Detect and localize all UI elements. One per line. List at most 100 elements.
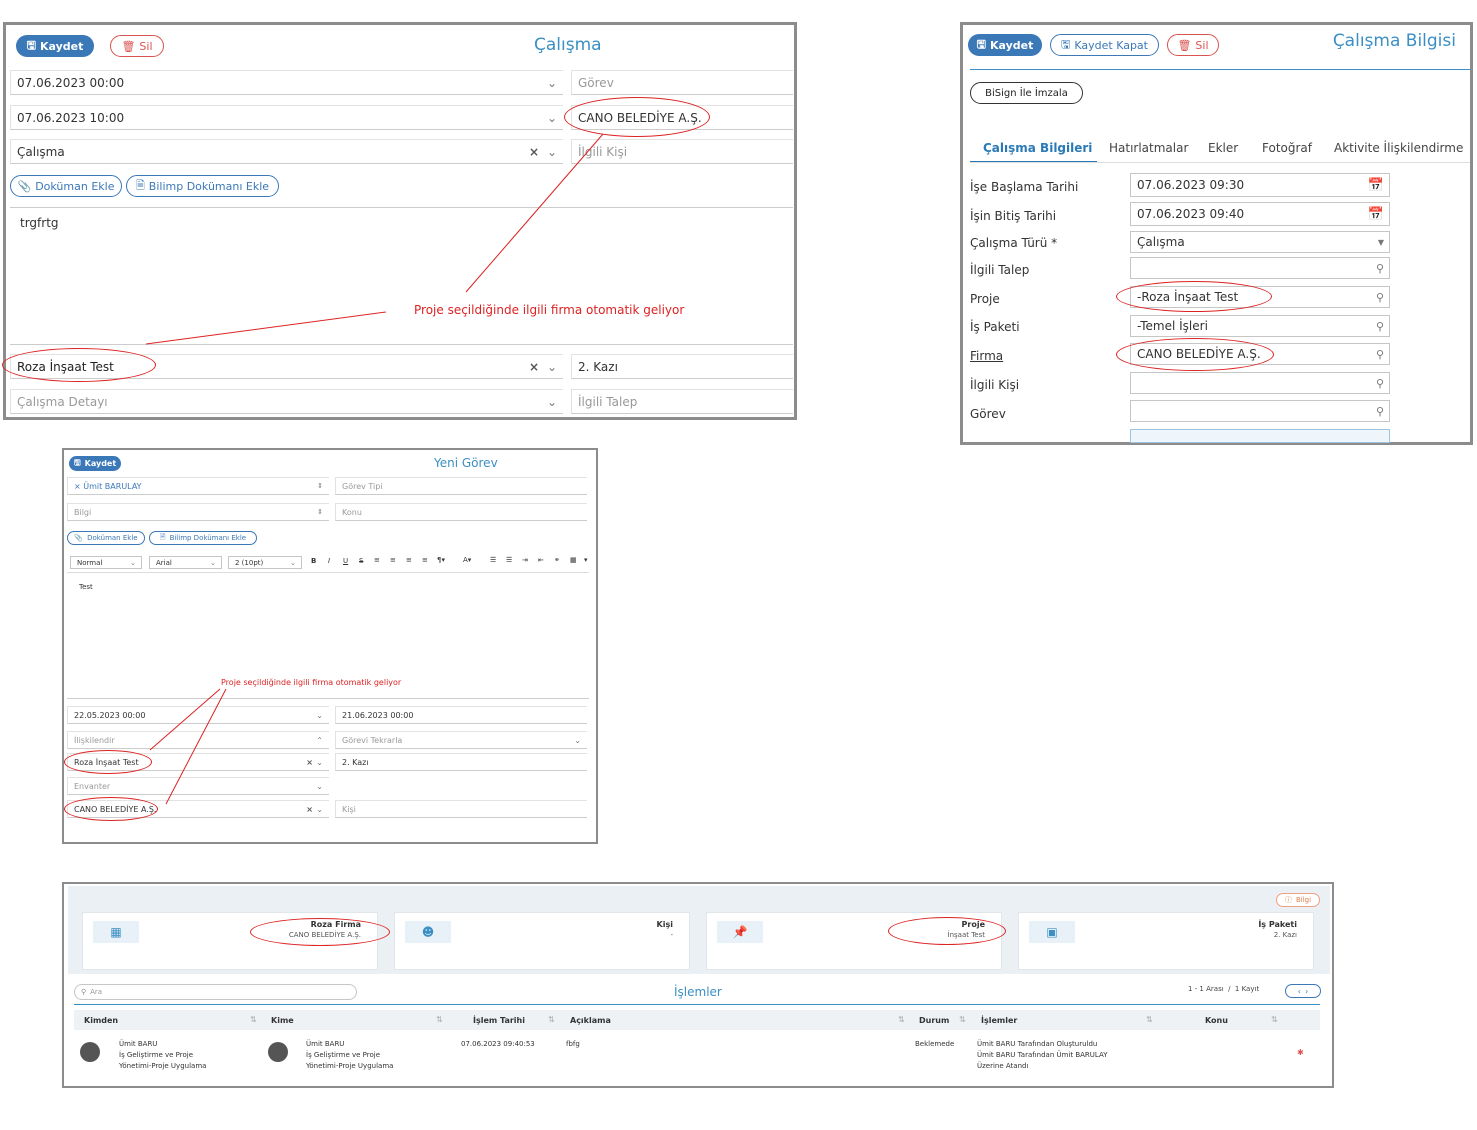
ilgili-talep-field[interactable]: İlgili Talep bbox=[571, 389, 793, 414]
size-select[interactable]: 2 (10pt) ⌄ bbox=[228, 556, 302, 569]
add-bilimp-document-button[interactable]: 🗎 Bilimp Dokümanı Ekle bbox=[149, 531, 257, 545]
ordered-list-icon[interactable]: ☰ bbox=[490, 556, 496, 564]
ilgili-talep-input[interactable]: ⚲ bbox=[1130, 257, 1390, 279]
clear-icon[interactable]: × bbox=[306, 758, 313, 767]
tab-calisma-bilgileri[interactable]: Çalışma Bilgileri bbox=[983, 141, 1092, 155]
work-package-field[interactable]: 2. Kazı bbox=[571, 354, 793, 379]
type-select[interactable]: Çalışma × ⌄ bbox=[10, 139, 563, 164]
konu-field[interactable]: Konu bbox=[335, 503, 587, 521]
chevron-right-icon[interactable]: › bbox=[1305, 987, 1308, 996]
italic-icon[interactable]: I bbox=[328, 557, 330, 565]
bilgi-select[interactable]: Bilgi ⇕ bbox=[67, 503, 329, 521]
calendar-icon[interactable]: 📅 bbox=[1368, 207, 1384, 222]
align-center-icon[interactable]: ≡ bbox=[390, 556, 396, 564]
clear-icon[interactable]: × bbox=[529, 145, 539, 159]
more-icon[interactable]: ▾ bbox=[584, 556, 588, 564]
gorev-field[interactable]: Görev bbox=[571, 70, 793, 95]
ilgili-kisi-field[interactable]: İlgili Kişi bbox=[571, 139, 793, 164]
clear-icon[interactable]: × bbox=[306, 805, 313, 814]
sort-icon[interactable]: ⇅ bbox=[548, 1015, 555, 1024]
save-button[interactable]: 🖫 Kaydet bbox=[16, 35, 94, 57]
end-date-field[interactable]: 21.06.2023 00:00 bbox=[335, 706, 587, 724]
table-icon[interactable]: ▦ bbox=[570, 556, 577, 564]
delete-button[interactable]: 🗑 Sil bbox=[1167, 34, 1219, 56]
col-konu[interactable]: Konu bbox=[1205, 1016, 1228, 1025]
col-aciklama[interactable]: Açıklama bbox=[570, 1016, 611, 1025]
font-select[interactable]: Arial ⌄ bbox=[149, 556, 222, 569]
search-icon[interactable]: ⚲ bbox=[1376, 320, 1384, 333]
search-icon[interactable]: ⚲ bbox=[1376, 377, 1384, 390]
tab-hatirlatmalar[interactable]: Hatırlatmalar bbox=[1109, 141, 1188, 155]
delete-button[interactable]: 🗑 Sil bbox=[110, 35, 164, 57]
is-paketi-input[interactable]: -Temel İşleri ⚲ bbox=[1130, 315, 1390, 337]
info-button[interactable]: ⓘ Bilgi bbox=[1276, 893, 1320, 907]
save-close-button[interactable]: 🖫 Kaydet Kapat bbox=[1050, 34, 1159, 56]
underline-icon[interactable]: U bbox=[343, 557, 348, 565]
add-bilimp-document-button[interactable]: 🗎 Bilimp Dokümanı Ekle bbox=[126, 175, 279, 197]
paragraph-icon[interactable]: ¶▾ bbox=[437, 556, 445, 564]
sort-icon[interactable]: ⇅ bbox=[1271, 1015, 1278, 1024]
save-button[interactable]: 🖫 Kaydet bbox=[69, 456, 121, 471]
align-left-icon[interactable]: ≡ bbox=[374, 556, 380, 564]
bisign-button[interactable]: BiSign İle İmzala bbox=[970, 82, 1083, 104]
calendar-icon[interactable]: 📅 bbox=[1368, 178, 1384, 193]
table-row[interactable]: Ümit BARU İş Geliştirme ve Proje Yönetim… bbox=[74, 1034, 1320, 1074]
align-justify-icon[interactable]: ≡ bbox=[422, 556, 428, 564]
relate-select[interactable]: İlişkilendir ⌃ bbox=[67, 731, 329, 749]
tab-ekler[interactable]: Ekler bbox=[1208, 141, 1238, 155]
strikethrough-icon[interactable]: S bbox=[359, 557, 363, 565]
col-durum[interactable]: Durum bbox=[919, 1016, 949, 1025]
search-icon[interactable]: ⚲ bbox=[1376, 262, 1384, 275]
bold-icon[interactable]: B bbox=[311, 557, 316, 565]
tab-fotograf[interactable]: Fotoğraf bbox=[1262, 141, 1312, 155]
assignee-select[interactable]: × Ümit BARULAY ⇕ bbox=[67, 477, 329, 495]
end-date-input[interactable]: 07.06.2023 09:40 📅 bbox=[1130, 202, 1390, 226]
repeat-select[interactable]: Görevi Tekrarla ⌄ bbox=[335, 731, 587, 749]
text-color-icon[interactable]: A▾ bbox=[463, 556, 471, 564]
tab-aktivite-iliskilendirme[interactable]: Aktivite İlişkilendirme bbox=[1334, 141, 1463, 155]
work-package-field[interactable]: 2. Kazı bbox=[335, 753, 587, 771]
col-kime[interactable]: Kime bbox=[271, 1016, 294, 1025]
search-icon[interactable]: ⚲ bbox=[1376, 405, 1384, 418]
stepper-icon[interactable]: ⇕ bbox=[317, 482, 323, 490]
col-islemler[interactable]: İşlemler bbox=[981, 1016, 1017, 1025]
work-type-select[interactable]: Çalışma ▼ bbox=[1130, 231, 1390, 253]
sort-icon[interactable]: ⇅ bbox=[1146, 1015, 1153, 1024]
chevron-left-icon[interactable]: ‹ bbox=[1298, 987, 1301, 996]
assignee-tag[interactable]: × Ümit BARULAY bbox=[74, 482, 142, 491]
sort-icon[interactable]: ⇅ bbox=[898, 1015, 905, 1024]
label-firma-link[interactable]: Firma bbox=[970, 349, 1003, 363]
sort-icon[interactable]: ⇅ bbox=[959, 1015, 966, 1024]
style-select[interactable]: Normal ⌄ bbox=[70, 556, 142, 569]
envanter-select[interactable]: Envanter ⌄ bbox=[67, 777, 329, 795]
start-date-input[interactable]: 07.06.2023 09:30 📅 bbox=[1130, 173, 1390, 197]
start-date-select[interactable]: 07.06.2023 00:00 ⌄ bbox=[10, 70, 563, 95]
pager-buttons[interactable]: ‹ › bbox=[1285, 984, 1321, 998]
col-kimden[interactable]: Kimden bbox=[84, 1016, 118, 1025]
clear-icon[interactable]: × bbox=[529, 360, 539, 374]
search-icon[interactable]: ⚲ bbox=[1376, 348, 1384, 361]
gorev-input[interactable]: ⚲ bbox=[1130, 400, 1390, 422]
align-right-icon[interactable]: ≡ bbox=[406, 556, 412, 564]
ilgili-kisi-input[interactable]: ⚲ bbox=[1130, 372, 1390, 394]
start-date-select[interactable]: 22.05.2023 00:00 ⌄ bbox=[67, 706, 329, 724]
search-input[interactable]: ⚲ Ara bbox=[74, 984, 357, 1000]
link-icon[interactable]: ⚭ bbox=[554, 556, 560, 564]
search-icon[interactable]: ⚲ bbox=[1376, 291, 1384, 304]
sort-icon[interactable]: ⇅ bbox=[250, 1015, 257, 1024]
add-document-button[interactable]: 📎 Doküman Ekle bbox=[10, 175, 122, 197]
end-date-select[interactable]: 07.06.2023 10:00 ⌄ bbox=[10, 105, 563, 130]
col-islem-tarihi[interactable]: İşlem Tarihi bbox=[473, 1016, 525, 1025]
save-button[interactable]: 🖫 Kaydet bbox=[968, 34, 1042, 56]
description-textarea[interactable]: trgfrtg bbox=[10, 207, 793, 345]
work-detail-select[interactable]: Çalışma Detayı ⌄ bbox=[10, 389, 563, 414]
marker-icon[interactable]: ✱ bbox=[1297, 1048, 1304, 1057]
gorev-tipi-field[interactable]: Görev Tipi bbox=[335, 477, 587, 495]
unordered-list-icon[interactable]: ☰ bbox=[506, 556, 512, 564]
add-document-button[interactable]: 📎 Doküman Ekle bbox=[67, 531, 145, 545]
outdent-icon[interactable]: ⇤ bbox=[538, 556, 544, 564]
indent-icon[interactable]: ⇥ bbox=[522, 556, 528, 564]
kisi-field[interactable]: Kişi bbox=[335, 800, 587, 818]
stepper-icon[interactable]: ⇕ bbox=[317, 508, 323, 516]
sort-icon[interactable]: ⇅ bbox=[436, 1015, 443, 1024]
